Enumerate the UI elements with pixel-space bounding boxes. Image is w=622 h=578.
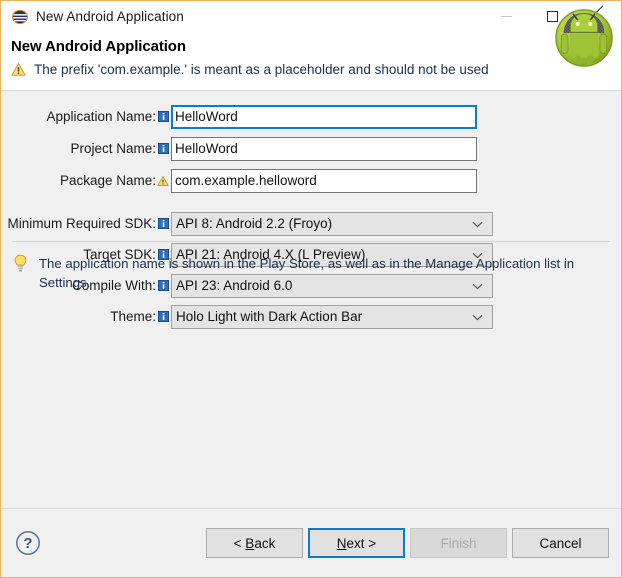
hint-text: The application name is shown in the Pla…	[39, 254, 587, 293]
cancel-button-label: Cancel	[539, 536, 581, 551]
minimum-sdk-label: Minimum Required SDK:	[1, 216, 157, 231]
header-warning: The prefix 'com.example.' is meant as a …	[11, 62, 621, 78]
back-button[interactable]: < Back	[206, 528, 303, 558]
application-name-input[interactable]	[171, 105, 477, 129]
header-warning-text: The prefix 'com.example.' is meant as a …	[34, 62, 489, 78]
project-name-input[interactable]	[171, 137, 477, 161]
form-row-project-name: Project Name:	[1, 136, 621, 161]
page-title: New Android Application	[11, 38, 621, 55]
wizard-buttons: < Back Next > Finish Cancel	[206, 528, 609, 558]
package-name-input[interactable]	[171, 169, 477, 193]
project-name-label: Project Name:	[1, 141, 157, 156]
theme-value: Holo Light with Dark Action Bar	[176, 309, 362, 324]
info-icon	[157, 143, 169, 154]
chevron-down-icon	[472, 314, 483, 321]
android-robot-icon	[553, 7, 615, 69]
back-button-label: < Back	[234, 536, 276, 551]
warning-triangle-icon	[157, 175, 169, 187]
svg-text:?: ?	[23, 535, 32, 552]
theme-select[interactable]: Holo Light with Dark Action Bar	[171, 305, 493, 329]
hint-separator	[12, 241, 610, 242]
info-icon	[157, 311, 169, 322]
theme-label: Theme:	[1, 309, 157, 324]
form-spacer	[1, 200, 621, 211]
info-icon	[157, 111, 169, 122]
minimize-icon	[501, 16, 512, 17]
minimize-button[interactable]	[483, 1, 529, 32]
dialog-button-bar: ? < Back Next > Finish Cancel	[1, 508, 621, 577]
finish-button[interactable]: Finish	[410, 528, 507, 558]
hint-area: The application name is shown in the Pla…	[13, 254, 595, 293]
eclipse-icon	[12, 9, 28, 25]
minimum-sdk-value: API 8: Android 2.2 (Froyo)	[176, 216, 332, 231]
lightbulb-icon	[13, 254, 28, 273]
form-row-application-name: Application Name:	[1, 104, 621, 129]
form-row-minimum-sdk: Minimum Required SDK: API 8: Android 2.2…	[1, 211, 621, 236]
finish-button-label: Finish	[440, 536, 476, 551]
application-form: Application Name: Project Name:	[1, 91, 621, 329]
next-button-label: Next >	[337, 536, 376, 551]
minimum-sdk-select[interactable]: API 8: Android 2.2 (Froyo)	[171, 212, 493, 236]
wizard-header: New Android Application The prefix 'com.…	[1, 32, 621, 91]
form-row-package-name: Package Name:	[1, 168, 621, 193]
new-android-application-dialog: New Android Application New Android Appl…	[0, 0, 622, 578]
form-row-theme: Theme: Holo Light with Dark Action Bar	[1, 304, 621, 329]
package-name-label: Package Name:	[1, 173, 157, 188]
next-button[interactable]: Next >	[308, 528, 405, 558]
chevron-down-icon	[472, 221, 483, 228]
cancel-button[interactable]: Cancel	[512, 528, 609, 558]
info-icon	[157, 218, 169, 229]
help-question-icon[interactable]: ?	[15, 530, 41, 556]
title-bar: New Android Application	[1, 1, 621, 32]
wizard-body: Application Name: Project Name:	[1, 91, 621, 508]
application-name-label: Application Name:	[1, 109, 157, 124]
window-title: New Android Application	[36, 9, 184, 24]
warning-triangle-icon	[11, 62, 26, 77]
